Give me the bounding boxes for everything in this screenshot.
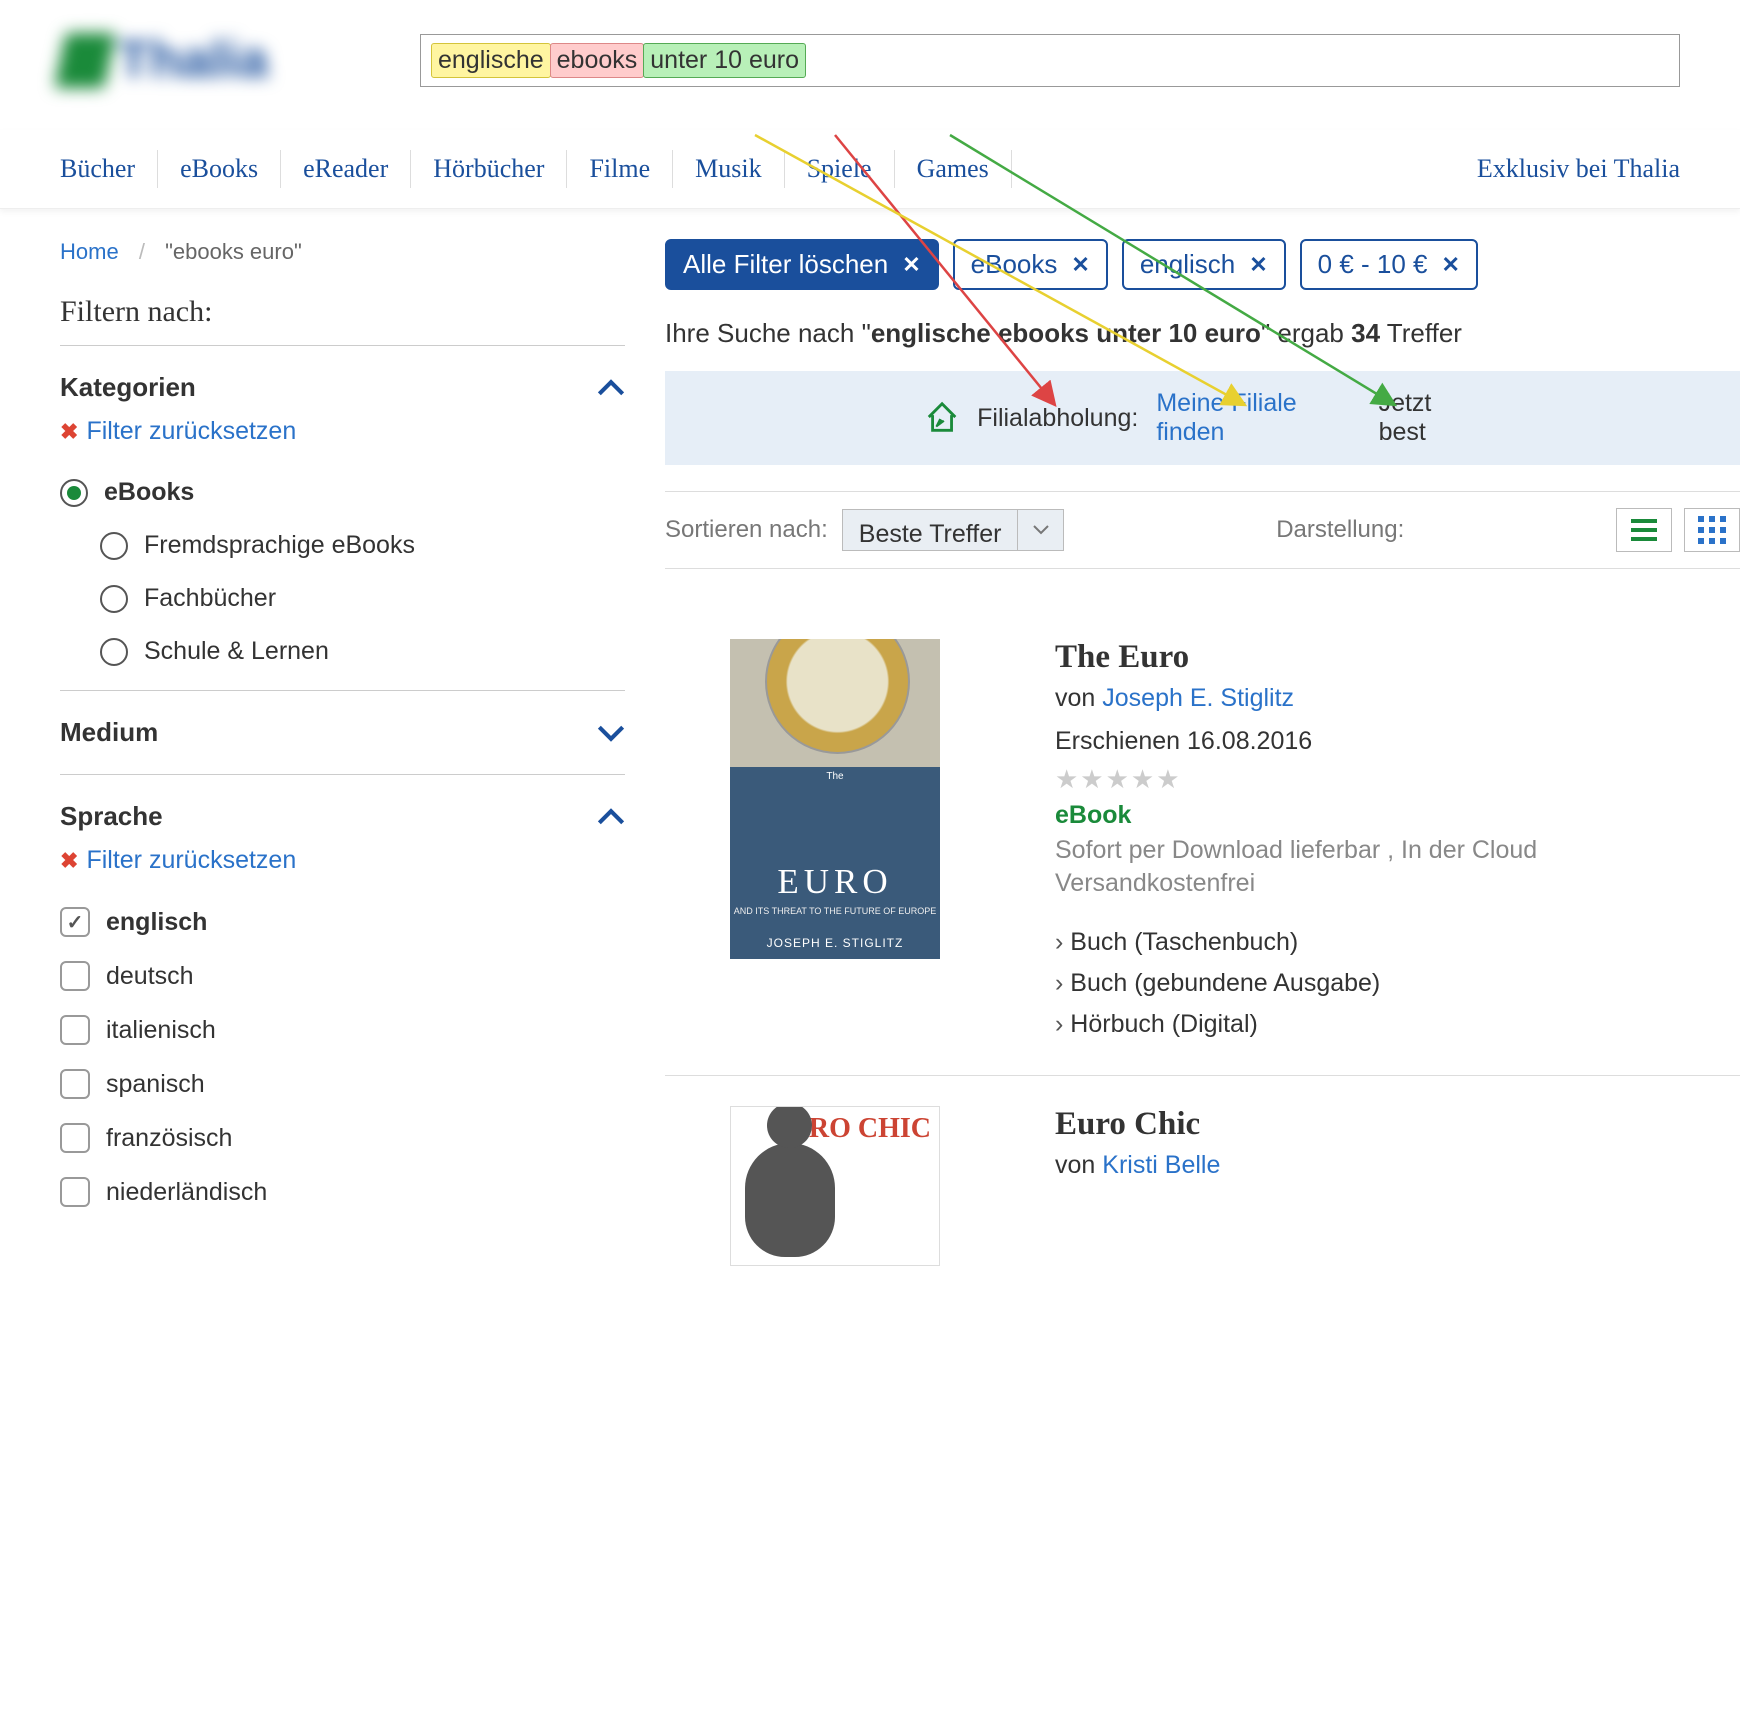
view-grid-button[interactable] bbox=[1684, 508, 1740, 552]
logo[interactable]: Thalia bbox=[60, 20, 340, 100]
logo-text: Thalia bbox=[118, 30, 268, 90]
close-icon: ✕ bbox=[1249, 252, 1267, 278]
filter-option-fremdsprachige[interactable]: Fremdsprachige eBooks bbox=[60, 519, 625, 572]
author-link[interactable]: Joseph E. Stiglitz bbox=[1102, 684, 1294, 712]
search-tag-ebooks[interactable]: ebooks bbox=[550, 43, 645, 78]
item-availability: Sofort per Download lieferbar , In der C… bbox=[1055, 836, 1740, 865]
list-icon bbox=[1631, 519, 1657, 541]
close-icon: ✕ bbox=[1071, 252, 1089, 278]
pickup-link[interactable]: Meine Filiale finden bbox=[1156, 389, 1360, 447]
filter-header-kategorien[interactable]: Kategorien bbox=[60, 358, 625, 417]
radio-icon bbox=[60, 479, 88, 507]
nav-filme[interactable]: Filme bbox=[567, 150, 673, 188]
filter-header-sprache[interactable]: Sprache bbox=[60, 787, 625, 846]
nav-exklusiv[interactable]: Exklusiv bei Thalia bbox=[1455, 150, 1680, 188]
search-tag-unter-10-euro[interactable]: unter 10 euro bbox=[643, 43, 806, 78]
item-shipping: Versandkostenfrei bbox=[1055, 869, 1740, 898]
chevron-up-icon bbox=[597, 808, 625, 826]
chevron-down-icon bbox=[597, 724, 625, 742]
item-title[interactable]: Euro Chic bbox=[1055, 1106, 1740, 1143]
checkbox-icon bbox=[60, 1123, 90, 1153]
pickup-bar: Filialabholung: Meine Filiale finden Jet… bbox=[665, 371, 1740, 465]
author-link[interactable]: Kristi Belle bbox=[1102, 1151, 1220, 1179]
chip-ebooks[interactable]: eBooks ✕ bbox=[953, 239, 1108, 290]
breadcrumb-home[interactable]: Home bbox=[60, 239, 119, 264]
item-author: von Joseph E. Stiglitz bbox=[1055, 684, 1740, 713]
search-tag-englische[interactable]: englische bbox=[431, 43, 551, 78]
reset-filter-sprache[interactable]: ✖ Filter zurücksetzen bbox=[60, 846, 625, 875]
nav-hoerbuecher[interactable]: Hörbücher bbox=[411, 150, 567, 188]
nav-musik[interactable]: Musik bbox=[673, 150, 784, 188]
format-link[interactable]: Hörbuch (Digital) bbox=[1055, 1004, 1740, 1045]
sort-select[interactable]: Beste Treffer bbox=[842, 509, 1065, 551]
filter-option-spanisch[interactable]: spanisch bbox=[60, 1057, 625, 1111]
item-author: von Kristi Belle bbox=[1055, 1151, 1740, 1180]
result-item: EURO CHIC Euro Chic von Kristi Belle bbox=[665, 1076, 1740, 1296]
logo-leaf-icon bbox=[54, 33, 116, 88]
result-summary: Ihre Suche nach "englische ebooks unter … bbox=[665, 318, 1740, 349]
format-link[interactable]: Buch (gebundene Ausgabe) bbox=[1055, 963, 1740, 1004]
nav-games[interactable]: Games bbox=[895, 150, 1012, 188]
chevron-up-icon bbox=[597, 379, 625, 397]
close-icon: ✕ bbox=[902, 252, 920, 278]
main-nav: Bücher eBooks eReader Hörbücher Filme Mu… bbox=[0, 130, 1740, 209]
checkbox-icon bbox=[60, 1015, 90, 1045]
item-title[interactable]: The Euro bbox=[1055, 639, 1740, 676]
filter-option-niederlaendisch[interactable]: niederländisch bbox=[60, 1165, 625, 1219]
book-cover[interactable]: The EURO AND ITS THREAT TO THE FUTURE OF… bbox=[730, 639, 940, 959]
book-cover[interactable]: EURO CHIC bbox=[730, 1106, 940, 1266]
item-format: eBook bbox=[1055, 801, 1740, 830]
filter-option-deutsch[interactable]: deutsch bbox=[60, 949, 625, 1003]
radio-icon bbox=[100, 638, 128, 666]
chip-englisch[interactable]: englisch ✕ bbox=[1122, 239, 1286, 290]
filter-option-italienisch[interactable]: italienisch bbox=[60, 1003, 625, 1057]
format-link[interactable]: Buch (Taschenbuch) bbox=[1055, 922, 1740, 963]
filter-option-schule[interactable]: Schule & Lernen bbox=[60, 625, 625, 678]
item-date: Erschienen 16.08.2016 bbox=[1055, 727, 1740, 756]
nav-buecher[interactable]: Bücher bbox=[60, 150, 158, 188]
nav-spiele[interactable]: Spiele bbox=[785, 150, 895, 188]
sort-label: Sortieren nach: bbox=[665, 516, 828, 544]
close-icon: ✕ bbox=[1442, 252, 1460, 278]
nav-ebooks[interactable]: eBooks bbox=[158, 150, 281, 188]
filter-option-franzoesisch[interactable]: französisch bbox=[60, 1111, 625, 1165]
radio-icon bbox=[100, 532, 128, 560]
chip-price[interactable]: 0 € - 10 € ✕ bbox=[1300, 239, 1478, 290]
checkbox-icon bbox=[60, 907, 90, 937]
checkbox-icon bbox=[60, 1069, 90, 1099]
search-input[interactable]: englische ebooks unter 10 euro bbox=[420, 34, 1680, 87]
nav-ereader[interactable]: eReader bbox=[281, 150, 411, 188]
radio-icon bbox=[100, 585, 128, 613]
rating-stars: ★★★★★ bbox=[1055, 764, 1740, 795]
filter-option-ebooks[interactable]: eBooks bbox=[60, 466, 625, 519]
close-icon: ✖ bbox=[60, 419, 78, 445]
checkbox-icon bbox=[60, 961, 90, 991]
chip-clear-all[interactable]: Alle Filter löschen ✕ bbox=[665, 239, 939, 290]
reset-filter-kategorien[interactable]: ✖ Filter zurücksetzen bbox=[60, 417, 625, 446]
breadcrumb: Home / "ebooks euro" bbox=[60, 239, 625, 265]
chevron-down-icon bbox=[1018, 509, 1064, 551]
close-icon: ✖ bbox=[60, 848, 78, 874]
filter-option-englisch[interactable]: englisch bbox=[60, 895, 625, 949]
sidebar-title: Filtern nach: bbox=[60, 295, 625, 329]
store-icon bbox=[925, 400, 959, 436]
view-label: Darstellung: bbox=[1276, 516, 1404, 544]
grid-icon bbox=[1698, 516, 1726, 544]
view-list-button[interactable] bbox=[1616, 508, 1672, 552]
breadcrumb-current: "ebooks euro" bbox=[165, 239, 302, 264]
filter-option-fachbuecher[interactable]: Fachbücher bbox=[60, 572, 625, 625]
filter-header-medium[interactable]: Medium bbox=[60, 703, 625, 762]
checkbox-icon bbox=[60, 1177, 90, 1207]
result-item: The EURO AND ITS THREAT TO THE FUTURE OF… bbox=[665, 609, 1740, 1076]
